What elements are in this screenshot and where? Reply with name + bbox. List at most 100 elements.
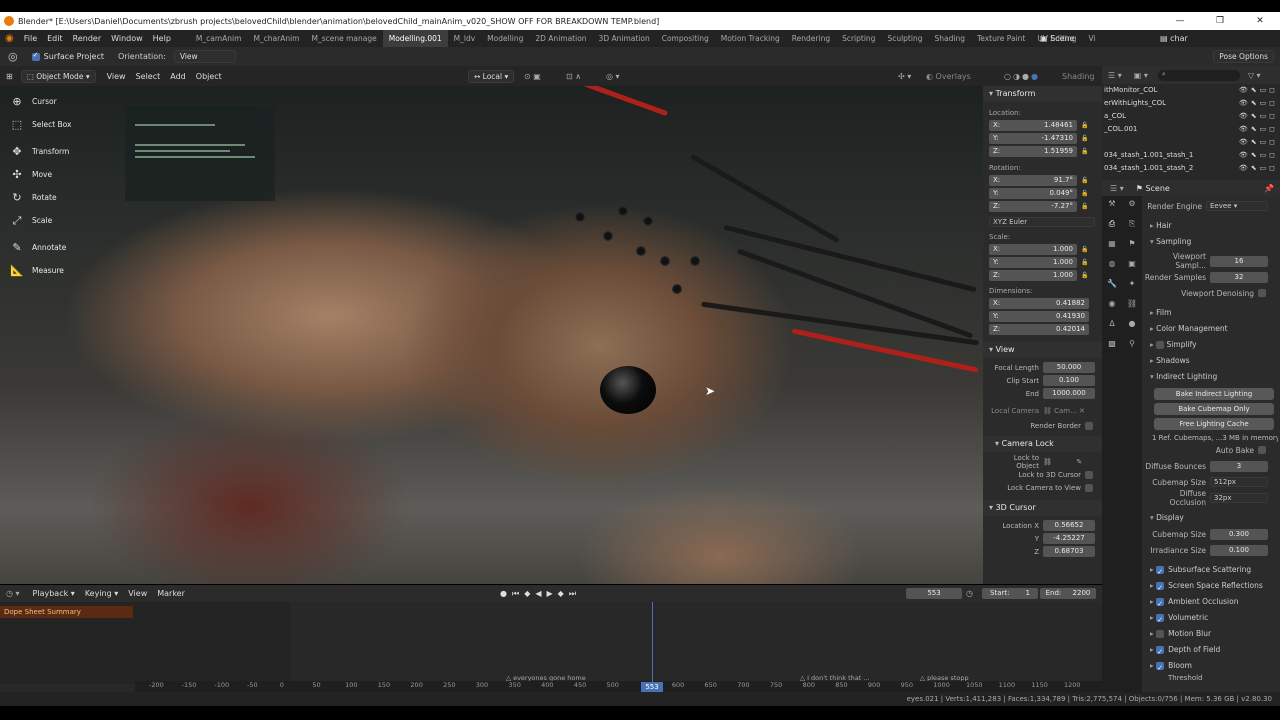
effect-checkbox[interactable] — [1156, 564, 1165, 580]
effect-checkbox[interactable] — [1156, 644, 1165, 660]
focal-length-field[interactable]: 50.000 — [1043, 362, 1095, 373]
data-tab-icon[interactable]: ∆ — [1104, 319, 1120, 333]
simplify-checkbox[interactable] — [1156, 341, 1165, 349]
visibility-toggle-icons[interactable]: 👁⬉▭◻ — [1239, 149, 1278, 162]
material-tab-icon[interactable]: ● — [1124, 319, 1140, 333]
effect-panel-subsurface-scattering[interactable]: Subsurface Scattering — [1142, 562, 1278, 580]
location-x-field[interactable]: X: 1.48461 — [989, 120, 1077, 131]
visibility-toggle-icons[interactable]: 👁⬉▭◻ — [1239, 110, 1278, 123]
object-tab-icon[interactable]: ▣ — [1124, 259, 1140, 273]
cursor-y-field[interactable]: -4.25227 — [1043, 533, 1095, 544]
outliner-row[interactable]: _COL.001 👁⬉▭◻ — [1102, 123, 1280, 136]
workspace-tab[interactable]: Compositing — [656, 30, 715, 47]
lock-icon[interactable]: 🔓 — [1081, 272, 1089, 279]
workspace-tab[interactable]: 2D Animation — [529, 30, 592, 47]
clip-end-field[interactable]: 1000.000 — [1043, 388, 1095, 399]
effect-panel-depth-of-field[interactable]: Depth of Field — [1142, 642, 1278, 660]
lock-camera-to-view-checkbox[interactable] — [1085, 483, 1093, 492]
outliner-row[interactable]: a_COL 👁⬉▭◻ — [1102, 110, 1280, 123]
timeline-menu-marker[interactable]: Marker — [152, 589, 190, 598]
dimensions-y-field[interactable]: Y: 0.41930 — [989, 311, 1089, 322]
cursor-z-field[interactable]: 0.68703 — [1043, 546, 1095, 557]
render-tab-icon[interactable]: ⎙ — [1104, 219, 1120, 233]
workspace-tab[interactable]: M_scene manage — [306, 30, 383, 47]
orientation-dropdown[interactable]: View — [173, 50, 236, 63]
lock-to-3d-cursor-checkbox[interactable] — [1085, 470, 1093, 479]
particles-tab-icon[interactable]: ✦ — [1124, 279, 1140, 293]
view-layer-selector[interactable]: ▤ char — [1160, 34, 1188, 43]
lock-icon[interactable]: 🔓 — [1081, 190, 1089, 197]
view-layer-tab-icon[interactable]: ▦ — [1104, 239, 1120, 253]
minimize-button[interactable]: — — [1160, 12, 1200, 30]
menu-window[interactable]: Window — [106, 34, 148, 43]
timeline-menu-keying[interactable]: Keying ▾ — [80, 589, 123, 598]
viewport-samples-field[interactable]: 16 — [1210, 255, 1268, 267]
timeline-menu-playback[interactable]: Playback ▾ — [28, 589, 80, 598]
scene-tab-icon[interactable]: ⚑ — [1124, 239, 1140, 253]
pivot-icon[interactable]: ⊙ ▣ — [524, 72, 541, 81]
workspace-tab[interactable]: Scripting — [836, 30, 881, 47]
maximize-button[interactable]: ❐ — [1200, 12, 1240, 30]
effect-checkbox[interactable] — [1156, 612, 1165, 628]
visibility-toggle-icons[interactable]: 👁⬉▭◻ — [1239, 123, 1278, 136]
outliner-search-input[interactable]: ⌕ — [1157, 69, 1240, 81]
filter-icon[interactable]: ▽ ▾ — [1248, 71, 1261, 80]
texture-tab-icon[interactable]: ▩ — [1104, 339, 1120, 353]
play-reverse-icon[interactable]: ◀ — [535, 589, 546, 598]
record-button[interactable]: ● — [500, 589, 512, 598]
constraints-tab-icon[interactable]: ⛓ — [1124, 299, 1140, 313]
pose-options-button[interactable]: Pose Options — [1213, 50, 1274, 63]
diffuse-occlusion-dropdown[interactable]: 32px — [1210, 493, 1268, 503]
workspace-tab[interactable]: M_camAnim — [190, 30, 248, 47]
outliner-row[interactable]: ithMonitor_COL 👁⬉▭◻ — [1102, 84, 1280, 97]
local-camera-field[interactable]: ⛓ Cam... ✕ — [1043, 407, 1085, 415]
tool-transform[interactable]: ✥ Transform — [0, 140, 92, 163]
shading-modes[interactable]: ○◑●● — [1004, 72, 1040, 81]
indirect-lighting-panel[interactable]: Indirect Lighting — [1142, 369, 1278, 385]
tool-cursor[interactable]: ⊕ Cursor — [0, 90, 92, 113]
close-button[interactable]: ✕ — [1240, 12, 1280, 30]
effect-panel-ambient-occlusion[interactable]: Ambient Occlusion — [1142, 594, 1278, 612]
irradiance-size-field[interactable]: 0.100 — [1210, 544, 1268, 556]
render-border-checkbox[interactable] — [1085, 421, 1093, 430]
workspace-tab[interactable]: Texture Paint — [971, 30, 1031, 47]
playhead-frame-label[interactable]: 553 — [641, 682, 663, 692]
lock-icon[interactable]: 🔓 — [1081, 203, 1089, 210]
workspace-tab[interactable]: M_ldv — [448, 30, 482, 47]
tool-measure[interactable]: 📐 Measure — [0, 259, 92, 282]
gizmo-icon[interactable]: ✣ ▾ — [898, 72, 911, 81]
menu-help[interactable]: Help — [148, 34, 176, 43]
rotation-x-field[interactable]: X: 91.7° — [989, 175, 1077, 186]
vp-menu-select[interactable]: Select — [131, 72, 166, 81]
effect-checkbox[interactable] — [1156, 660, 1165, 676]
outliner-editor-icon[interactable]: ☰ ▾ — [1108, 71, 1122, 80]
workspace-tab[interactable]: M_charAnim — [247, 30, 305, 47]
vp-menu-view[interactable]: View — [102, 72, 131, 81]
dimensions-z-field[interactable]: Z: 0.42014 — [989, 324, 1089, 335]
effect-panel-screen-space-reflections[interactable]: Screen Space Reflections — [1142, 578, 1278, 596]
rotation-y-field[interactable]: Y: 0.049° — [989, 188, 1077, 199]
physics-tab-icon[interactable]: ◉ — [1104, 299, 1120, 313]
end-frame-field[interactable]: End: 2200 — [1040, 588, 1096, 599]
simplify-panel[interactable]: Simplify — [1142, 337, 1278, 353]
effect-checkbox[interactable] — [1156, 596, 1165, 612]
3d-viewport[interactable]: ➤ — [0, 86, 983, 584]
auto-bake-checkbox[interactable] — [1258, 446, 1266, 454]
outliner-row[interactable]: erWithLights_COL 👁⬉▭◻ — [1102, 97, 1280, 110]
overlays-button[interactable]: ◐ Overlays — [926, 72, 971, 81]
cubemap-size-dropdown[interactable]: 512px — [1210, 477, 1268, 487]
tool-rotate[interactable]: ↻ Rotate — [0, 186, 92, 209]
effect-checkbox[interactable] — [1156, 580, 1165, 596]
scale-z-field[interactable]: Z: 1.000 — [989, 270, 1077, 281]
visibility-toggle-icons[interactable]: 👁⬉▭◻ — [1239, 162, 1278, 175]
outliner-row[interactable]: 034_stash_1.001_stash_2 👁⬉▭◻ — [1102, 162, 1280, 175]
timeline-menu-view[interactable]: View — [123, 589, 152, 598]
tool-annotate[interactable]: ✎ Annotate — [0, 236, 92, 259]
workspace-tab[interactable]: Sculpting — [881, 30, 928, 47]
cursor-x-field[interactable]: 0.56652 — [1043, 520, 1095, 531]
dimensions-x-field[interactable]: X: 0.41882 — [989, 298, 1089, 309]
world-tab-icon[interactable]: ◍ — [1104, 259, 1120, 273]
outliner-row[interactable]: 034_stash_1.001_stash_1 👁⬉▭◻ — [1102, 149, 1280, 162]
jump-end-icon[interactable]: ⏭ — [569, 589, 581, 598]
vp-menu-object[interactable]: Object — [191, 72, 227, 81]
